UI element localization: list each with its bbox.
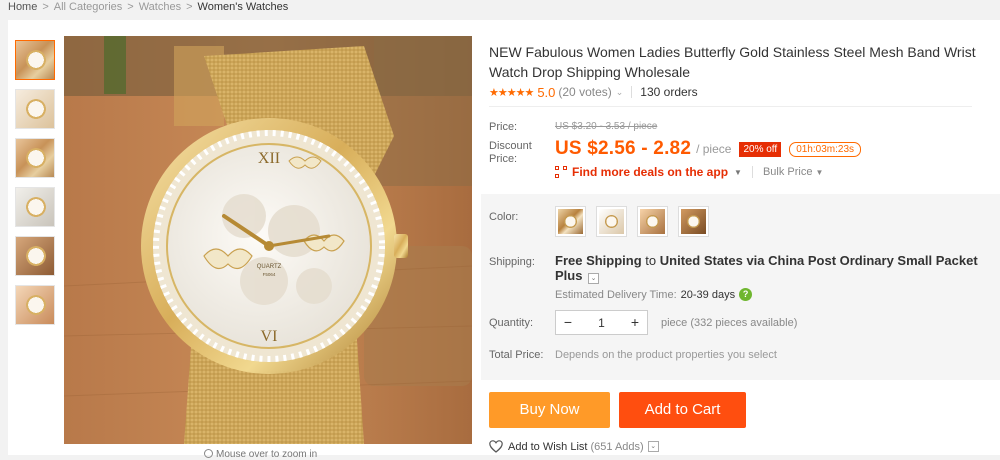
total-price-label: Total Price:	[489, 349, 544, 361]
thumbnail-1[interactable]	[15, 40, 55, 80]
discount-badge: 20% off	[739, 141, 782, 157]
chevron-down-icon[interactable]: ⌄	[588, 273, 600, 284]
breadcrumb-womens-watches: Women's Watches	[197, 1, 289, 13]
quantity-increase-button[interactable]: +	[623, 311, 647, 334]
breadcrumb-all-categories[interactable]: All Categories	[54, 0, 122, 14]
votes-link[interactable]: (20 votes)	[558, 85, 611, 99]
thumbnail-list	[15, 40, 57, 334]
breadcrumb: Home > All Categories > Watches > Women's Watc…	[0, 0, 1000, 18]
swatch-image	[640, 209, 665, 234]
swatch-image	[599, 209, 624, 234]
quantity-stepper: − +	[555, 310, 648, 335]
wish-list-row: Add to Wish List (651 Adds) ⌄	[489, 440, 659, 453]
product-title: NEW Fabulous Women Ladies Butterfly Gold…	[489, 44, 976, 80]
original-price: US $3.20 - 3.53 / piece	[555, 121, 658, 132]
total-price-value: Depends on the product properties you se…	[555, 349, 777, 361]
thumbnail-image	[16, 188, 54, 226]
caret-down-icon[interactable]: ▼	[734, 168, 742, 177]
bulk-price-link[interactable]: Bulk Price ▼	[751, 166, 824, 178]
thumbnail-2[interactable]	[15, 89, 55, 129]
thumbnail-image	[16, 286, 54, 324]
help-icon[interactable]: ?	[739, 288, 753, 301]
price-label: Price:	[489, 121, 518, 133]
main-product-image[interactable]: XII VI QUARTZ F5064	[64, 36, 472, 444]
caret-down-icon: ▼	[815, 168, 824, 177]
breadcrumb-home[interactable]: Home	[8, 0, 37, 14]
rating-score: 5.0	[537, 84, 556, 100]
color-swatch-2[interactable]	[596, 206, 627, 237]
color-swatch-3[interactable]	[637, 206, 668, 237]
dial-model-text: F5064	[263, 272, 276, 277]
product-info: NEW Fabulous Women Ladies Butterfly Gold…	[481, 20, 1000, 455]
wish-list-count: (651 Adds)	[590, 440, 644, 453]
bulk-price-text: Bulk Price	[762, 166, 813, 178]
rating-row: ★★★★★ 5.0 (20 votes) ⌄ 130 orders	[489, 82, 698, 102]
chevron-down-icon[interactable]: ⌄	[616, 87, 624, 98]
discount-price-row: US $2.56 - 2.82 / piece 20% off 01h:03m:…	[555, 138, 862, 160]
orders-count: 130 orders	[640, 85, 698, 99]
thumbnail-4[interactable]	[15, 187, 55, 227]
swatch-image	[558, 209, 583, 234]
thumbnail-image	[16, 139, 54, 177]
breadcrumb-watches[interactable]: Watches	[139, 0, 181, 14]
free-shipping-text: Free Shipping	[555, 253, 642, 268]
delivery-estimate: Estimated Delivery Time: 20-39 days ?	[555, 288, 753, 301]
star-rating-icon: ★★★★★	[489, 86, 534, 99]
delivery-label: Estimated Delivery Time:	[555, 288, 677, 301]
watch-photo: XII VI QUARTZ F5064	[64, 36, 472, 444]
app-deals-link[interactable]: Find more deals on the app	[572, 165, 728, 179]
color-swatch-4[interactable]	[678, 206, 709, 237]
thumbnail-6[interactable]	[15, 285, 55, 325]
wish-list-link[interactable]: Add to Wish List	[508, 441, 587, 453]
shipping-label: Shipping:	[489, 256, 535, 268]
countdown-timer: 01h:03m:23s	[789, 141, 862, 157]
swatch-image	[681, 209, 706, 234]
divider	[489, 106, 972, 107]
shipping-to-text: to	[645, 253, 657, 268]
product-panel: XII VI QUARTZ F5064 Mouse over to zoom i…	[8, 20, 1000, 460]
shipping-info: Free Shipping to United States via China…	[555, 253, 995, 284]
svg-text:VI: VI	[261, 328, 278, 345]
thumbnail-image	[16, 90, 54, 128]
price-unit: / piece	[696, 142, 732, 156]
divider	[631, 86, 633, 98]
thumbnail-image	[16, 41, 54, 79]
add-to-cart-button[interactable]: Add to Cart	[619, 392, 746, 428]
qr-code-icon	[555, 166, 567, 178]
zoom-icon	[204, 449, 213, 458]
color-swatch-1[interactable]	[555, 206, 586, 237]
quantity-input[interactable]	[580, 311, 623, 334]
discount-price: US $2.56 - 2.82	[555, 138, 692, 159]
thumbnail-5[interactable]	[15, 236, 55, 276]
color-swatches	[555, 206, 719, 237]
breadcrumb-separator: >	[186, 1, 193, 13]
heart-icon[interactable]	[489, 440, 503, 453]
delivery-days: 20-39 days	[680, 288, 736, 301]
breadcrumb-separator: >	[127, 1, 134, 13]
chevron-down-icon[interactable]: ⌄	[647, 441, 659, 452]
svg-text:XII: XII	[258, 150, 280, 167]
thumbnail-image	[16, 237, 54, 275]
quantity-decrease-button[interactable]: −	[556, 311, 580, 334]
dial-brand-text: QUARTZ	[257, 264, 282, 270]
buy-now-button[interactable]: Buy Now	[489, 392, 610, 428]
deals-row: Find more deals on the app ▼ Bulk Price …	[555, 165, 823, 179]
quantity-label: Quantity:	[489, 317, 534, 329]
color-label: Color:	[489, 211, 519, 223]
quantity-availability: piece (332 pieces available)	[661, 317, 798, 329]
discount-price-label: Discount Price:	[489, 140, 532, 165]
breadcrumb-separator: >	[42, 1, 49, 13]
thumbnail-3[interactable]	[15, 138, 55, 178]
